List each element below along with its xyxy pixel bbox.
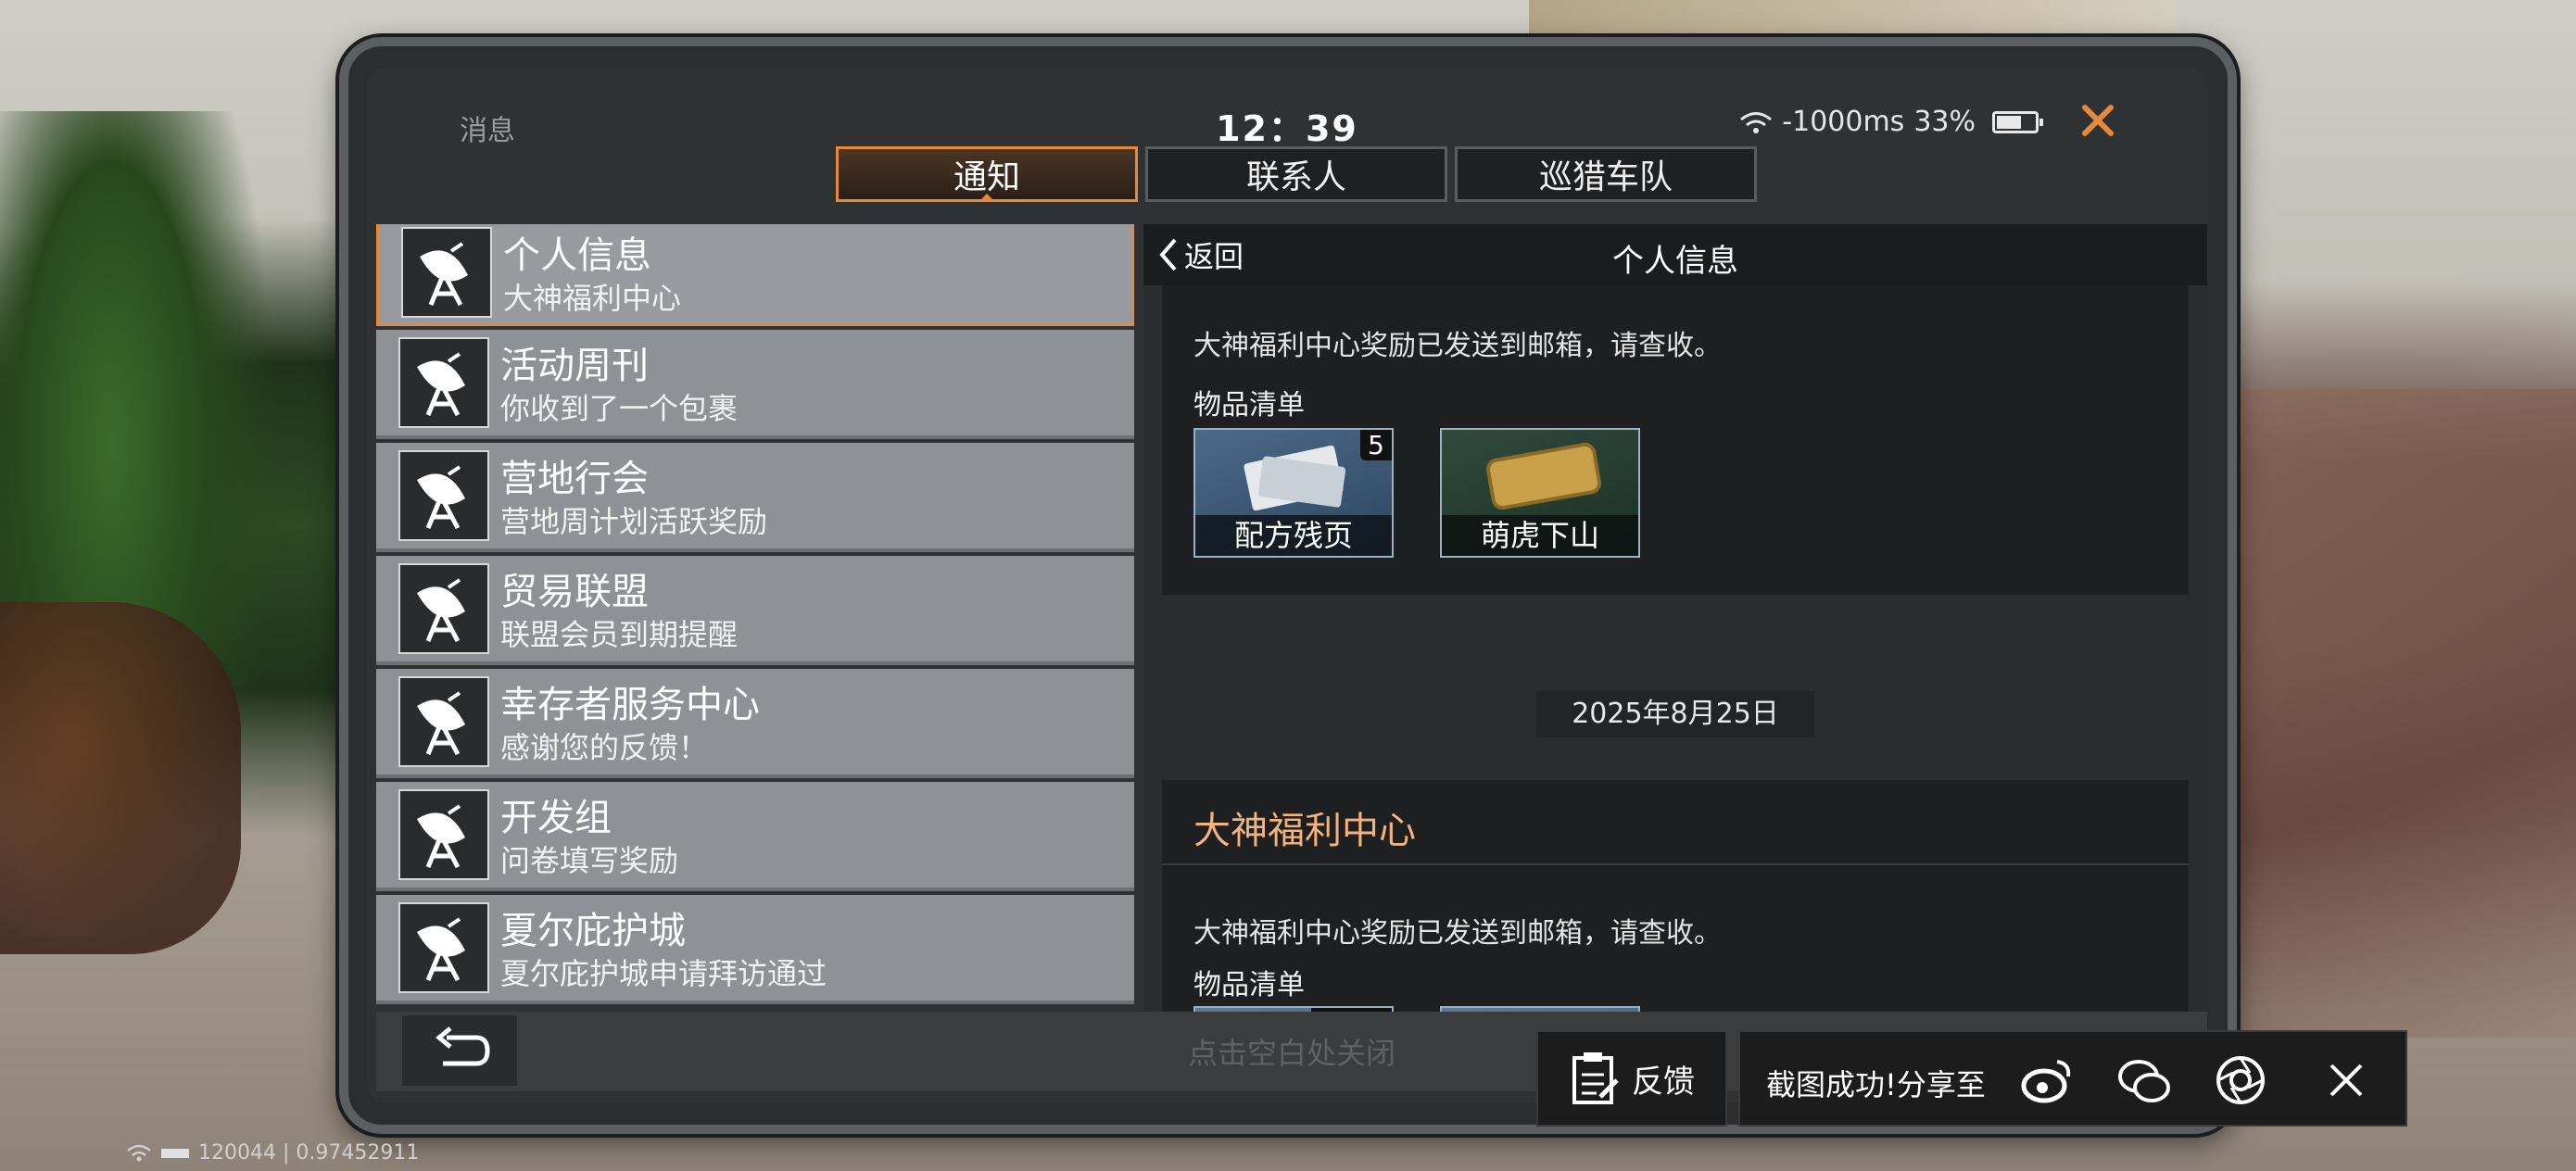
status-indicators: -1000ms 33%: [1739, 106, 2043, 138]
tab-contacts[interactable]: 联系人: [1145, 146, 1447, 202]
item-title: 营地行会: [500, 458, 649, 500]
title-badge-icon: [1485, 442, 1602, 510]
background-scenery: [2205, 389, 2576, 1038]
share-label: 截图成功!分享至: [1766, 1067, 1986, 1102]
list-item[interactable]: 贸易联盟 联盟会员到期提醒: [376, 556, 1134, 665]
battery-percent: 33%: [1913, 106, 1976, 138]
list-item[interactable]: 幸存者服务中心 感谢您的反馈！: [376, 669, 1134, 778]
close-icon[interactable]: [2063, 85, 2133, 156]
corner-status: 120044 | 0.97452911: [126, 1141, 419, 1165]
device-frame: 消息 12：39 -1000ms 33% 通知 联系人 巡猎车队 个人信息 大神…: [339, 37, 2237, 1134]
item-subtitle: 联盟会员到期提醒: [500, 617, 739, 652]
divider: [1162, 863, 2189, 865]
list-item[interactable]: 夏尔庇护城 夏尔庇护城申请拜访通过: [376, 895, 1134, 1004]
item-count: 5: [1360, 430, 1392, 460]
clipboard-icon: [1572, 1052, 1619, 1104]
item-subtitle: 感谢您的反馈！: [500, 730, 709, 765]
tab-bar: 通知 联系人 巡猎车队: [836, 146, 1757, 202]
satellite-dish-icon: [398, 563, 489, 654]
message-date: 2025年8月25日: [1536, 691, 1814, 737]
tab-notifications[interactable]: 通知: [836, 146, 1138, 202]
weibo-icon[interactable]: [2020, 1052, 2076, 1108]
item-subtitle: 大神福利中心: [503, 281, 682, 316]
satellite-dish-icon: [401, 227, 492, 318]
detail-header: 返回 个人信息: [1143, 224, 2207, 285]
background-pot: [0, 602, 241, 954]
item-title: 个人信息: [503, 234, 651, 277]
message-screen: 消息 12：39 -1000ms 33% 通知 联系人 巡猎车队 个人信息 大神…: [367, 67, 2207, 1102]
message-list: 个人信息 大神福利中心 活动周刊 你收到了一个包裹 营地行会 营地周计划活跃奖励: [376, 224, 1134, 1012]
item-title: 活动周刊: [500, 345, 649, 387]
battery-icon: [1992, 110, 2043, 133]
message-text: 大神福利中心奖励已发送到邮箱，请查收。: [1193, 330, 1722, 362]
camera-shutter-icon[interactable]: [2213, 1052, 2268, 1108]
debug-info: 120044 | 0.97452911: [198, 1141, 420, 1165]
list-item[interactable]: 营地行会 营地周计划活跃奖励: [376, 443, 1134, 552]
items-label: 物品清单: [1193, 969, 1305, 1001]
satellite-dish-icon: [398, 450, 489, 541]
wechat-icon[interactable]: [2116, 1052, 2172, 1108]
share-bar: 截图成功!分享至: [1738, 1030, 2407, 1127]
satellite-dish-icon: [398, 676, 489, 767]
detail-content[interactable]: 大神福利中心奖励已发送到邮箱，请查收。 物品清单 5 配方残页 萌虎下山 202…: [1143, 285, 2207, 1017]
network-latency: -1000ms: [1782, 106, 1905, 138]
items-label: 物品清单: [1193, 389, 1305, 422]
message-card: 大神福利中心奖励已发送到邮箱，请查收。 物品清单 5 配方残页 萌虎下山: [1162, 285, 2189, 595]
reward-item[interactable]: 萌虎下山: [1440, 428, 1640, 558]
message-text: 大神福利中心奖励已发送到邮箱，请查收。: [1193, 917, 1722, 950]
satellite-dish-icon: [398, 789, 489, 880]
satellite-dish-icon: [398, 902, 489, 993]
feedback-label: 反馈: [1632, 1063, 1695, 1101]
feedback-button[interactable]: 反馈: [1536, 1030, 1727, 1127]
item-title: 开发组: [500, 797, 612, 839]
item-subtitle: 问卷填写奖励: [500, 843, 679, 878]
list-item[interactable]: 开发组 问卷填写奖励: [376, 782, 1134, 891]
reward-item[interactable]: 5 配方残页: [1193, 428, 1394, 558]
item-name: 配方残页: [1195, 515, 1392, 556]
item-name: 萌虎下山: [1442, 515, 1638, 556]
item-title: 幸存者服务中心: [500, 684, 760, 726]
item-title: 夏尔庇护城: [500, 910, 686, 952]
item-subtitle: 夏尔庇护城申请拜访通过: [500, 956, 827, 991]
detail-title: 个人信息: [1612, 243, 1738, 280]
list-item[interactable]: 活动周刊 你收到了一个包裹: [376, 330, 1134, 439]
satellite-dish-icon: [398, 337, 489, 428]
tab-hunting-convoy[interactable]: 巡猎车队: [1455, 146, 1757, 202]
close-icon[interactable]: [2318, 1052, 2374, 1108]
wifi-icon: [127, 1144, 151, 1161]
section-title: 大神福利中心: [1193, 810, 1416, 852]
item-title: 贸易联盟: [500, 571, 649, 613]
signal-bar: [161, 1148, 189, 1158]
wifi-icon: [1739, 110, 1773, 134]
list-item[interactable]: 个人信息 大神福利中心: [376, 224, 1134, 326]
item-subtitle: 营地周计划活跃奖励: [500, 504, 768, 539]
item-subtitle: 你收到了一个包裹: [500, 391, 739, 426]
